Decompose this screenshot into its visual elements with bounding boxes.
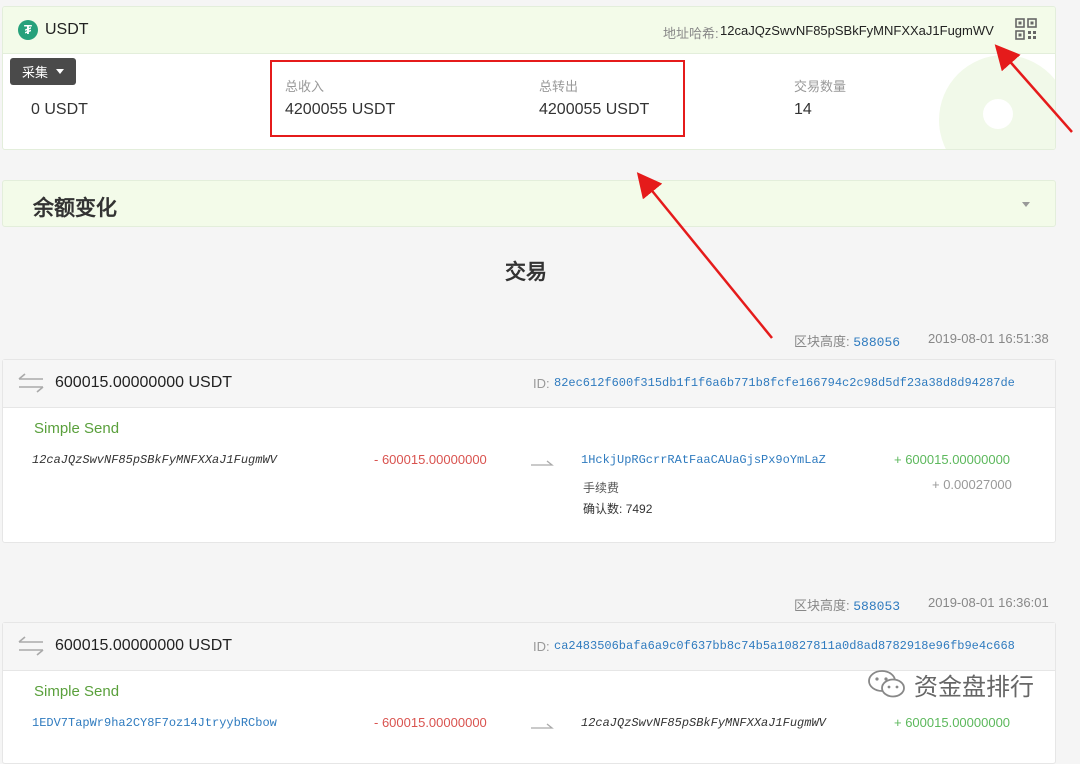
arrow-right-icon <box>531 460 554 466</box>
address-header-bar: ₮ USDT 地址哈希: 12caJQzSwvNF85pSBkFyMNFXXaJ… <box>3 7 1055 54</box>
chevron-down-icon[interactable] <box>1022 202 1030 207</box>
address-value[interactable]: 12caJQzSwvNF85pSBkFyMNFXXaJ1FugmWV <box>720 23 994 38</box>
transaction-id-link[interactable]: 82ec612f600f315db1f1f6a6b771b8fcfe166794… <box>554 376 1015 390</box>
block-time: 2019-08-01 16:36:01 <box>928 595 1049 610</box>
block-meta: 区块高度: 588053 <box>794 595 900 614</box>
recipient-address: 12caJQzSwvNF85pSBkFyMNFXXaJ1FugmWV <box>581 716 826 730</box>
transaction-amount: 600015.00000000 USDT <box>55 374 233 391</box>
transfer-arrows-icon <box>18 373 44 393</box>
sender-address: 12caJQzSwvNF85pSBkFyMNFXXaJ1FugmWV <box>32 453 277 467</box>
outgoing-amount: - 600015.00000000 <box>374 452 487 467</box>
transaction-type: Simple Send <box>34 683 120 700</box>
tx-count-label: 交易数量 <box>794 79 847 94</box>
confirmations-value: 7492 <box>625 502 653 516</box>
arrow-right-icon <box>531 723 554 729</box>
block-height-label: 区块高度: <box>794 598 850 613</box>
watermark: 资金盘排行 <box>866 668 1034 701</box>
transaction-type: Simple Send <box>34 420 120 437</box>
block-height-label: 区块高度: <box>794 334 850 349</box>
tx-count-value: 14 <box>794 101 812 118</box>
transactions-heading: 交易 <box>505 261 547 284</box>
incoming-amount: + 600015.00000000 <box>894 452 1011 467</box>
address-label: 地址哈希: <box>663 26 719 41</box>
chevron-down-icon <box>56 69 65 74</box>
block-time: 2019-08-01 16:51:38 <box>928 331 1049 346</box>
recipient-address-link[interactable]: 1HckjUpRGcrrRAtFaaCAUaGjsPx9oYmLaZ <box>581 453 826 467</box>
sender-address-link[interactable]: 1EDV7TapWr9ha2CY8F7oz14JtryybRCbow <box>32 716 277 730</box>
incoming-amount: + 600015.00000000 <box>894 715 1011 730</box>
token-name: USDT <box>45 21 89 38</box>
balance-change-section[interactable]: 余额变化 <box>2 180 1056 227</box>
fee-label: 手续费 <box>583 481 620 495</box>
fee-value: + 0.00027000 <box>932 477 1012 492</box>
transaction-amount: 600015.00000000 USDT <box>55 637 233 654</box>
block-height-link[interactable]: 588056 <box>853 335 900 350</box>
confirmations-label: 确认数: <box>583 502 623 516</box>
transaction-card-header: 600015.00000000 USDT ID: 82ec612f600f315… <box>3 360 1055 408</box>
transaction-card-header: 600015.00000000 USDT ID: ca2483506bafa6a… <box>3 623 1055 671</box>
collect-button[interactable]: 采集 <box>10 58 76 85</box>
qr-code-icon[interactable] <box>1015 18 1037 40</box>
wechat-icon <box>868 670 905 698</box>
balance-value: 0 USDT <box>31 101 88 118</box>
balance-change-title: 余额变化 <box>33 197 117 220</box>
transaction-id-label: ID: <box>533 376 550 391</box>
tether-icon: ₮ <box>18 20 38 40</box>
collect-button-label: 采集 <box>22 65 49 80</box>
decorative-circle-inner <box>983 99 1013 129</box>
block-height-link[interactable]: 588053 <box>853 599 900 614</box>
block-meta: 区块高度: 588056 <box>794 331 900 350</box>
watermark-text: 资金盘排行 <box>914 673 1034 701</box>
transaction-id-link[interactable]: ca2483506bafa6a9c0f637bb8c74b5a10827811a… <box>554 639 1015 653</box>
transaction-card: 600015.00000000 USDT ID: 82ec612f600f315… <box>2 359 1056 543</box>
confirmations: 确认数: 7492 <box>583 500 652 517</box>
transaction-id-label: ID: <box>533 639 550 654</box>
outgoing-amount: - 600015.00000000 <box>374 715 487 730</box>
transfer-arrows-icon <box>18 636 44 656</box>
highlight-box <box>270 60 685 137</box>
